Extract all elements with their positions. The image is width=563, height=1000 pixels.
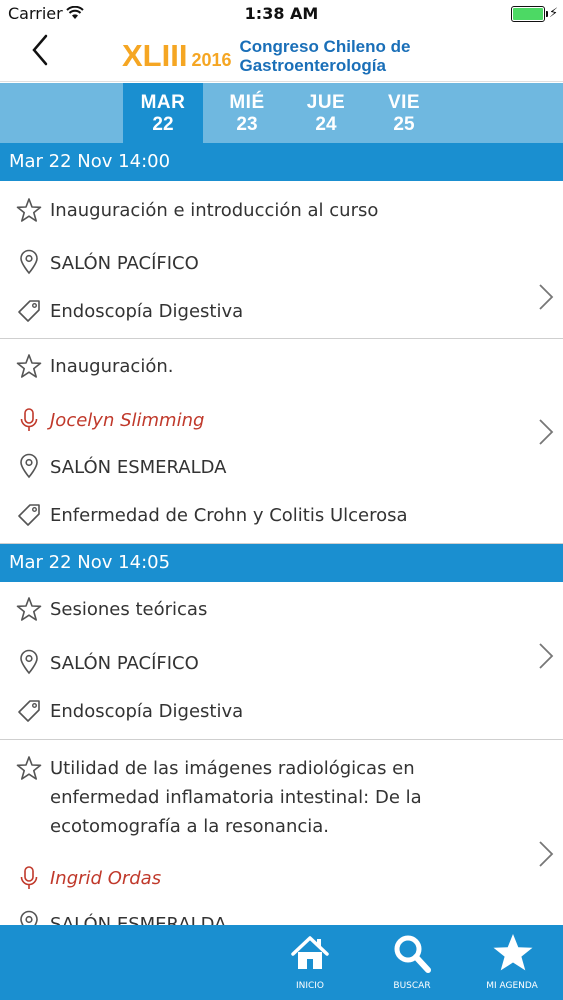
tab-day-number: 22 [152, 114, 174, 135]
app-header: XLIII 2016 Congreso Chileno de Gastroent… [0, 30, 563, 82]
tab-label: INICIO [295, 981, 325, 991]
logo-roman-numeral: XLIII [122, 38, 188, 73]
tab-day-mar[interactable]: MAR 22 [123, 83, 203, 143]
star-icon[interactable] [16, 197, 42, 223]
microphone-icon [20, 866, 38, 889]
event-room-row: SALÓN PACÍFICO [0, 649, 563, 678]
event-room: SALÓN ESMERALDA [50, 457, 227, 478]
time-slot-header: Mar 22 Nov 14:05 [0, 544, 563, 582]
logo-title-line2: Gastroenterología [239, 56, 386, 75]
event-title-line: enfermedad inflamatoria intestinal: De l… [50, 787, 422, 808]
event-topic: Enfermedad de Crohn y Colitis Ulcerosa [50, 505, 408, 526]
chevron-right-icon[interactable] [537, 641, 555, 671]
tab-day-name: MIÉ [229, 92, 265, 113]
tag-icon [18, 700, 40, 722]
event-topic: Endoscopía Digestiva [50, 301, 244, 322]
clock: 1:38 AM [244, 4, 319, 23]
tab-day-vie[interactable]: VIE 25 [364, 83, 444, 143]
tab-day-number: 23 [236, 114, 258, 135]
event-room: SALÓN ESMERALDA [50, 914, 227, 925]
congress-logo: XLIII 2016 Congreso Chileno de Gastroent… [122, 33, 410, 79]
tag-icon [18, 504, 40, 526]
microphone-icon [20, 408, 38, 431]
event-title-row: Inauguración e introducción al curso [0, 196, 563, 225]
search-icon [394, 935, 431, 973]
logo-title: Congreso Chileno de Gastroenterología [240, 37, 411, 75]
back-arrow-icon[interactable] [22, 32, 62, 72]
charging-icon: ⚡ [549, 6, 559, 21]
location-pin-icon [20, 910, 38, 925]
event-topic: Endoscopía Digestiva [50, 701, 244, 722]
event-title: Inauguración. [50, 356, 174, 377]
battery-icon [511, 6, 545, 22]
location-pin-icon [20, 249, 38, 275]
event-room: SALÓN PACÍFICO [50, 653, 199, 674]
home-icon [291, 936, 329, 969]
event-title-line: ecotomografía a la resonancia. [50, 816, 330, 837]
event-item[interactable]: Utilidad de las imágenes radiológicas en… [0, 740, 563, 925]
logo-year: 2016 [191, 49, 232, 70]
event-speaker[interactable]: Ingrid Ordas [50, 864, 161, 893]
event-item[interactable]: Inauguración. Jocelyn Slimming SALÓN ESM… [0, 339, 563, 544]
event-title: Utilidad de las imágenes radiológicas en… [50, 754, 422, 841]
event-title-row: Utilidad de las imágenes radiológicas en… [0, 754, 563, 841]
chevron-right-icon[interactable] [537, 839, 555, 869]
bottom-tab-bar: INICIO BUSCAR MI AGENDA [0, 925, 563, 1000]
chevron-right-icon[interactable] [537, 417, 555, 447]
event-room-row: SALÓN ESMERALDA [0, 910, 563, 925]
tab-day-mie[interactable]: MIÉ 23 [207, 83, 287, 143]
time-slot-header: Mar 22 Nov 14:00 [0, 143, 563, 181]
tab-day-number: 24 [315, 114, 337, 135]
event-title: Sesiones teóricas [50, 599, 208, 620]
event-speaker[interactable]: Jocelyn Slimming [50, 406, 204, 435]
event-room: SALÓN PACÍFICO [50, 253, 199, 274]
event-room-row: SALÓN PACÍFICO [0, 249, 563, 278]
day-tabs: MAR 22 MIÉ 23 JUE 24 VIE 25 [0, 83, 563, 143]
status-bar: Carrier 1:38 AM ⚡ [0, 0, 563, 30]
schedule-list[interactable]: Mar 22 Nov 14:00 Inauguración e introduc… [0, 143, 563, 925]
tab-buscar[interactable]: BUSCAR [367, 925, 457, 1000]
tab-mi-agenda[interactable]: MI AGENDA [467, 925, 557, 1000]
location-pin-icon [20, 453, 38, 479]
event-item[interactable]: Inauguración e introducción al curso SAL… [0, 181, 563, 339]
location-pin-icon [20, 649, 38, 675]
event-speaker-row: Jocelyn Slimming [0, 406, 563, 435]
tab-label: MI AGENDA [486, 981, 538, 991]
event-room-row: SALÓN ESMERALDA [0, 453, 563, 482]
tab-day-name: VIE [387, 92, 421, 113]
event-title-line: Utilidad de las imágenes radiológicas en [50, 758, 415, 779]
event-topic-row: Enfermedad de Crohn y Colitis Ulcerosa [0, 501, 563, 530]
tab-label: BUSCAR [393, 981, 431, 991]
tab-day-number: 25 [393, 114, 415, 135]
event-topic-row: Endoscopía Digestiva [0, 697, 563, 726]
star-icon[interactable] [16, 596, 42, 622]
tab-day-jue[interactable]: JUE 24 [286, 83, 366, 143]
star-filled-icon [493, 934, 533, 971]
tab-inicio[interactable]: INICIO [265, 925, 355, 1000]
star-icon[interactable] [16, 353, 42, 379]
event-title-row: Sesiones teóricas [0, 595, 563, 624]
event-title: Inauguración e introducción al curso [50, 200, 379, 221]
tab-day-name: JUE [306, 92, 346, 113]
tag-icon [18, 300, 40, 322]
event-topic-row: Endoscopía Digestiva [0, 297, 563, 326]
star-icon[interactable] [16, 755, 42, 781]
logo-title-line1: Congreso Chileno de [239, 37, 411, 56]
battery-tip [546, 11, 548, 17]
event-speaker-row: Ingrid Ordas [0, 864, 563, 893]
chevron-right-icon[interactable] [537, 282, 555, 312]
tab-day-name: MAR [140, 92, 186, 113]
event-title-row: Inauguración. [0, 352, 563, 381]
event-item[interactable]: Sesiones teóricas SALÓN PACÍFICO Endosco… [0, 582, 563, 740]
